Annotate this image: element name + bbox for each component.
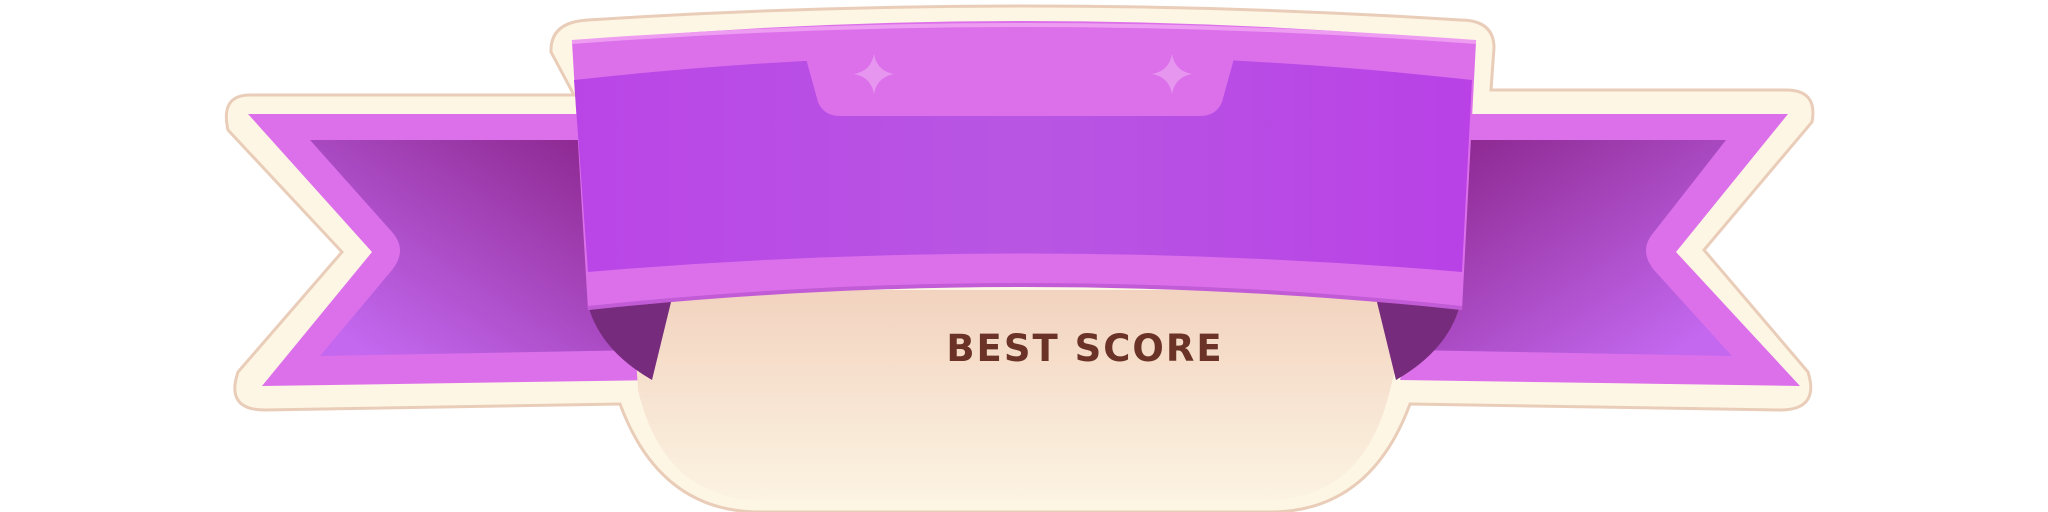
best-score-label: BEST SCORE xyxy=(946,326,1224,370)
banner-artwork xyxy=(224,4,1815,512)
best-score-banner: BEST SCORE xyxy=(0,0,2048,512)
ribbon-front xyxy=(571,21,1477,310)
